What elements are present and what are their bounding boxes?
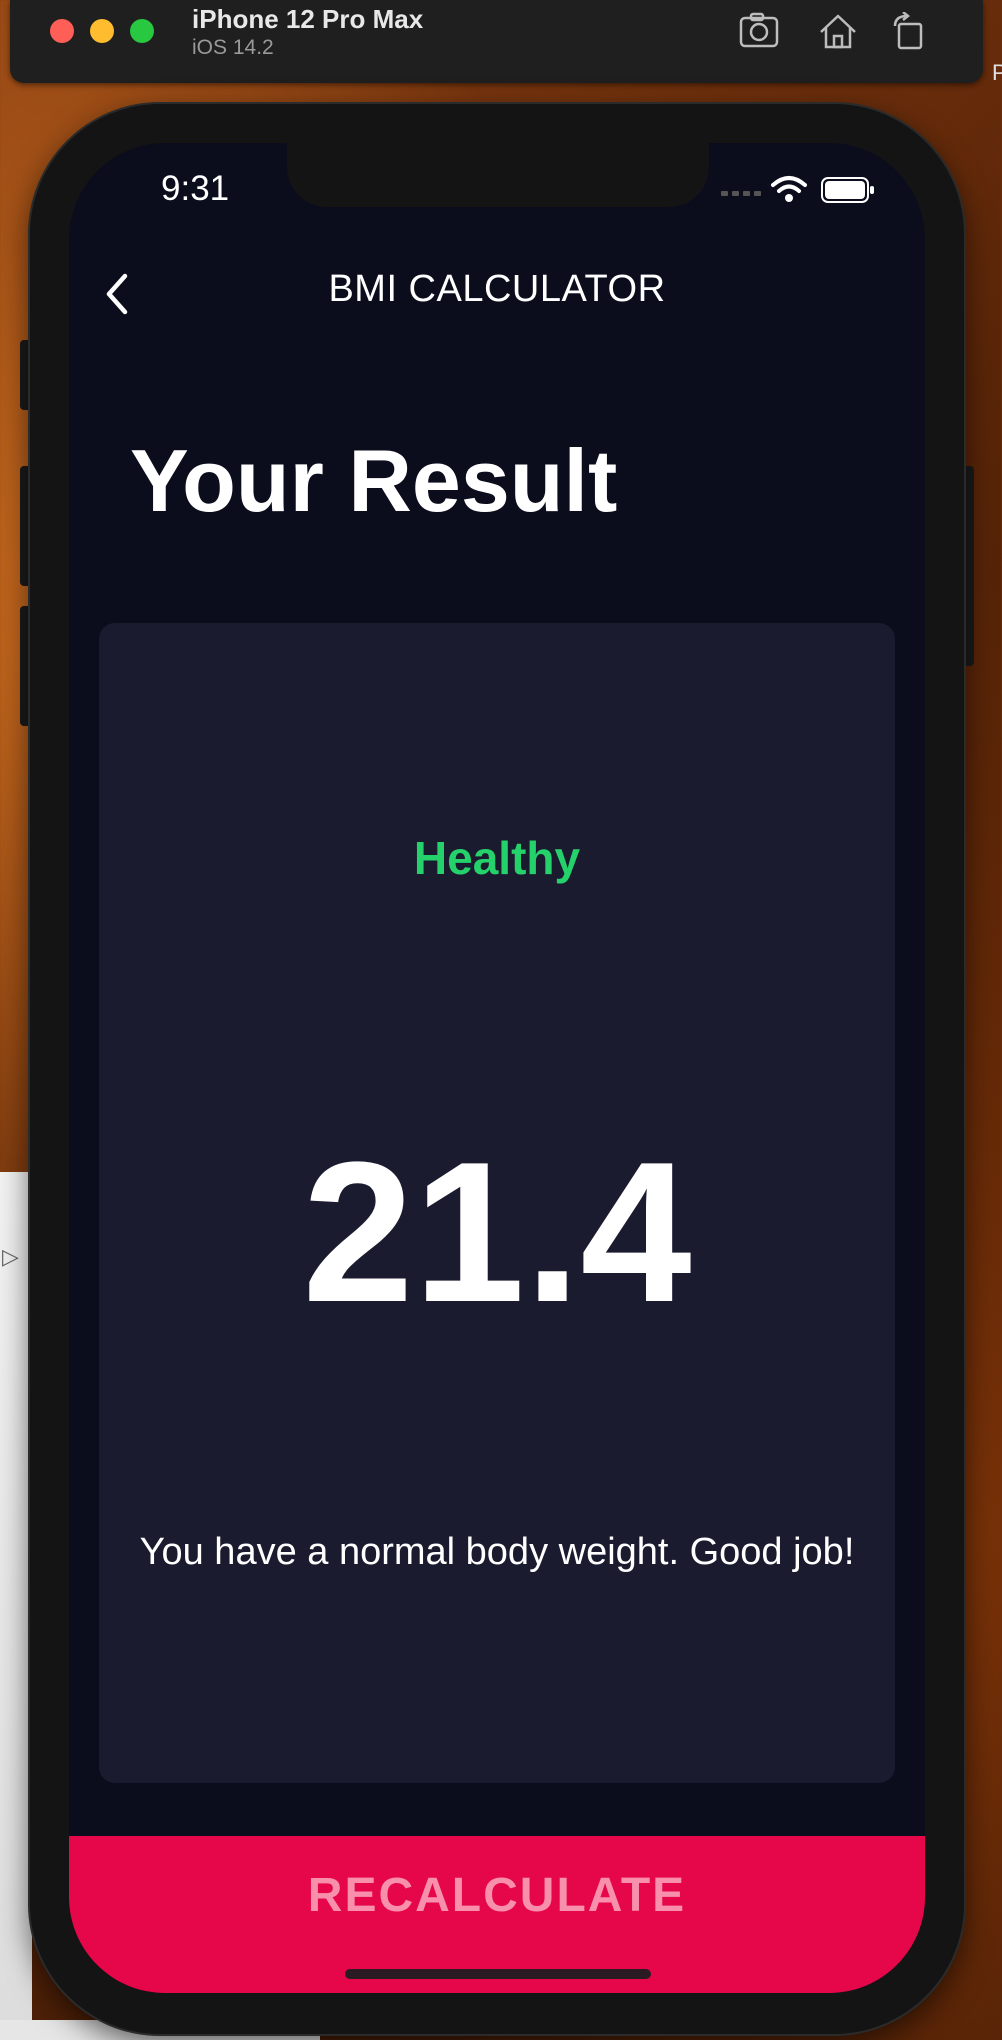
home-icon (820, 14, 856, 49)
phone-screen: 9:31 BMI CALCULATOR Your Result Healthy … (69, 143, 925, 1993)
simulator-title-bar: iPhone 12 Pro Max iOS 14.2 (10, 0, 983, 83)
result-card: Healthy 21.4 You have a normal body weig… (99, 623, 895, 1783)
zoom-window-button[interactable] (130, 19, 154, 43)
nav-title: BMI CALCULATOR (328, 268, 666, 310)
notch (287, 143, 709, 207)
bmi-value: 21.4 (302, 1121, 692, 1344)
rotate-button[interactable] (886, 10, 934, 52)
result-message: You have a normal body weight. Good job! (139, 1531, 855, 1573)
rotate-icon (893, 12, 923, 50)
edge-text: P (992, 60, 1002, 85)
result-status: Healthy (413, 832, 581, 884)
status-time: 9:31 (161, 169, 230, 208)
host-window-fragment (0, 1172, 32, 2040)
simulator-device-name: iPhone 12 Pro Max (192, 4, 424, 34)
close-window-button[interactable] (50, 19, 74, 43)
page-title: Your Result (130, 431, 618, 530)
camera-icon (739, 12, 779, 48)
battery-icon (821, 177, 874, 203)
play-icon: ▷ (2, 1244, 19, 1269)
simulator-os-version: iOS 14.2 (192, 36, 274, 59)
screenshot-button[interactable] (736, 10, 784, 52)
home-button[interactable] (814, 10, 862, 52)
minimize-window-button[interactable] (90, 19, 114, 43)
recalculate-label: RECALCULATE (307, 1869, 687, 1922)
home-indicator (345, 1969, 651, 1979)
signal-icon (721, 191, 761, 196)
wifi-icon (771, 176, 807, 202)
